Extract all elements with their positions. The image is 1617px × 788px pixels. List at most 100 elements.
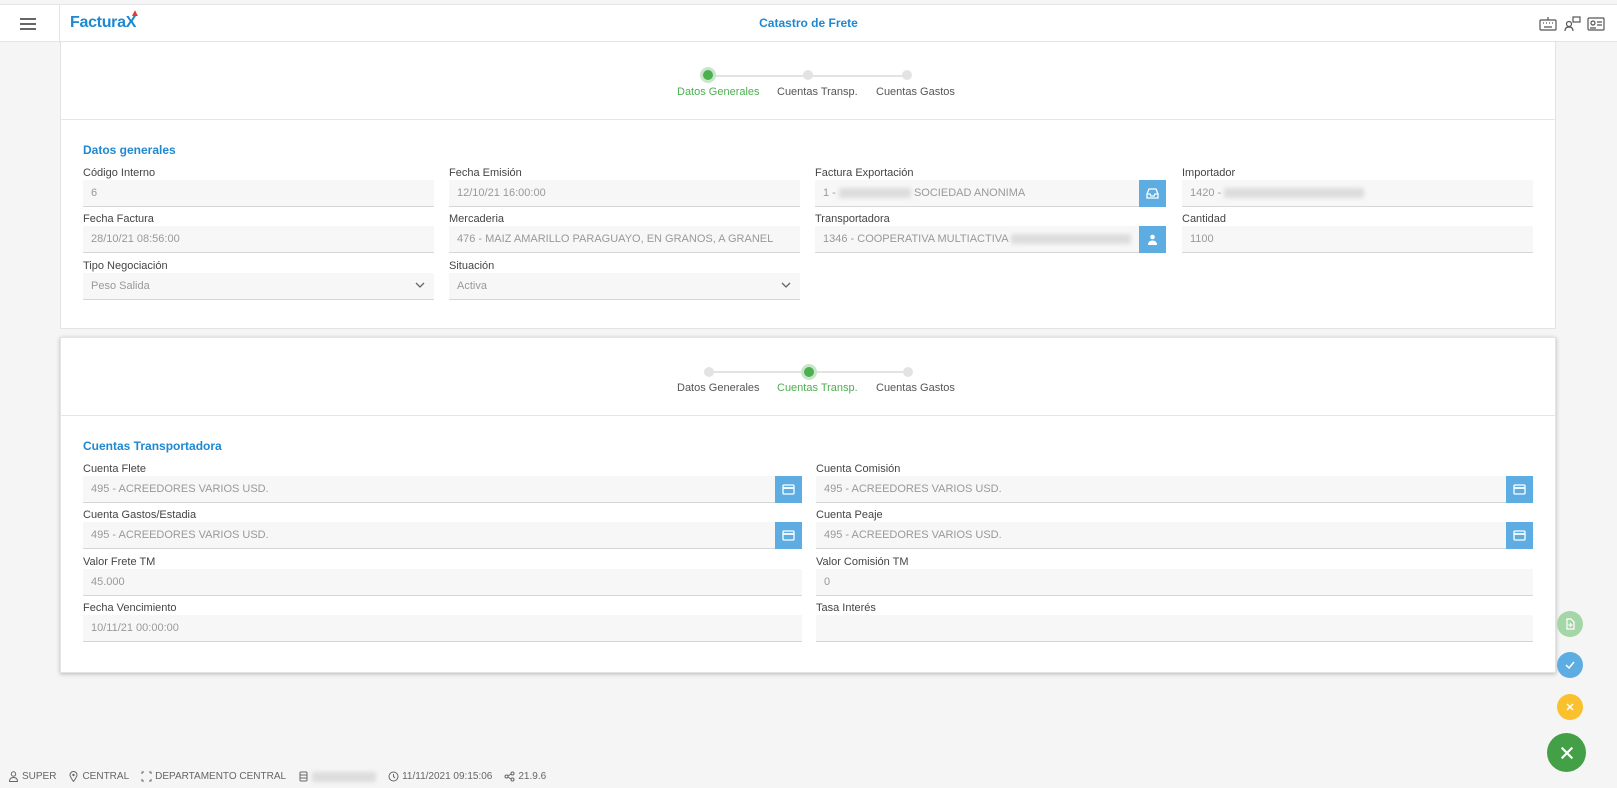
status-version: 21.9.6 xyxy=(504,771,546,782)
step-dot-cuentas-transp[interactable] xyxy=(801,364,817,380)
page-title: Catastro de Frete xyxy=(759,16,858,30)
step-cuentas-transp[interactable]: Cuentas Transp. xyxy=(777,86,858,98)
redacted-text xyxy=(838,188,911,199)
cuenta-flete-label: Cuenta Flete xyxy=(83,463,146,475)
check-icon xyxy=(1565,661,1575,670)
cancel-button[interactable] xyxy=(1557,694,1583,720)
step-datos-generales[interactable]: Datos Generales xyxy=(677,86,760,98)
cantidad-label: Cantidad xyxy=(1182,213,1227,225)
status-user: SUPER xyxy=(8,771,56,782)
situacion-value: Activa xyxy=(457,280,487,292)
tipo-negociacion-label: Tipo Negociación xyxy=(83,260,168,272)
step-dot-cuentas-gastos[interactable] xyxy=(902,70,912,80)
database-icon xyxy=(299,771,308,782)
cuenta-gastos-lookup-button[interactable] xyxy=(775,522,802,549)
stepper: Datos Generales Cuentas Transp. Cuentas … xyxy=(61,42,1555,120)
cantidad-field[interactable]: 1100 xyxy=(1182,226,1533,253)
factura-exportacion-field[interactable]: 1 - SOCIEDAD ANONIMA xyxy=(815,180,1139,207)
cuenta-peaje-field[interactable]: 495 - ACREEDORES VARIOS USD. xyxy=(816,522,1506,549)
tasa-interes-field[interactable] xyxy=(816,615,1533,642)
stepper: Datos Generales Cuentas Transp. Cuentas … xyxy=(61,338,1555,416)
fecha-emision-field[interactable]: 12/10/21 16:00:00 xyxy=(449,180,800,207)
section-title: Cuentas Transportadora xyxy=(83,439,222,453)
importador-label: Importador xyxy=(1182,167,1236,179)
importador-field[interactable]: 1420 - xyxy=(1182,180,1533,207)
share-nodes-icon xyxy=(504,771,515,782)
step-datos-generales[interactable]: Datos Generales xyxy=(677,382,760,394)
factura-lookup-button[interactable] xyxy=(1139,180,1166,207)
tipo-negociacion-select[interactable]: Peso Salida xyxy=(83,273,434,300)
step-dot-datos-generales[interactable] xyxy=(704,367,714,377)
status-location: CENTRAL xyxy=(68,771,129,782)
fecha-vencimiento-field[interactable]: 10/11/21 00:00:00 xyxy=(83,615,802,642)
fecha-emision-label: Fecha Emisión xyxy=(449,167,522,179)
status-database xyxy=(298,771,377,782)
cuenta-comision-label: Cuenta Comisión xyxy=(816,463,901,475)
user-name: SUPER xyxy=(22,771,57,782)
status-department: DEPARTAMENTO CENTRAL xyxy=(141,771,286,782)
credit-card-icon xyxy=(782,530,795,541)
cuenta-flete-lookup-button[interactable] xyxy=(775,476,802,503)
valor-comision-label: Valor Comisión TM xyxy=(816,556,909,568)
credit-card-icon xyxy=(1513,530,1526,541)
cuenta-gastos-label: Cuenta Gastos/Estadia xyxy=(83,509,197,521)
close-menu-button[interactable] xyxy=(1547,733,1586,772)
close-icon xyxy=(1566,703,1574,711)
cuenta-peaje-label: Cuenta Peaje xyxy=(816,509,883,521)
close-icon xyxy=(1560,746,1573,759)
status-bar: SUPER CENTRAL DEPARTAMENTO CENTRAL 11/11… xyxy=(8,771,546,782)
inbox-icon xyxy=(1146,188,1159,199)
fecha-factura-label: Fecha Factura xyxy=(83,213,154,225)
tipo-negociacion-value: Peso Salida xyxy=(91,280,150,292)
step-dot-cuentas-transp[interactable] xyxy=(803,70,813,80)
users-switch-icon[interactable] xyxy=(1563,16,1581,32)
situacion-select[interactable]: Activa xyxy=(449,273,800,300)
cuenta-comision-lookup-button[interactable] xyxy=(1506,476,1533,503)
step-cuentas-transp[interactable]: Cuentas Transp. xyxy=(777,382,858,394)
datetime-value: 11/11/2021 09:15:06 xyxy=(402,771,493,782)
fecha-vencimiento-label: Fecha Vencimiento xyxy=(83,602,177,614)
version-value: 21.9.6 xyxy=(518,771,547,782)
location-pin-icon xyxy=(69,771,78,782)
redacted-text xyxy=(1224,188,1365,199)
valor-comision-field[interactable]: 0 xyxy=(816,569,1533,596)
top-icons xyxy=(1539,16,1605,32)
cuenta-peaje-lookup-button[interactable] xyxy=(1506,522,1533,549)
fecha-factura-field[interactable]: 28/10/21 08:56:00 xyxy=(83,226,434,253)
step-dot-datos-generales[interactable] xyxy=(700,67,716,83)
keyboard-icon[interactable] xyxy=(1539,16,1557,32)
step-dot-cuentas-gastos[interactable] xyxy=(903,367,913,377)
status-datetime: 11/11/2021 09:15:06 xyxy=(388,771,492,782)
cuenta-comision-field[interactable]: 495 - ACREEDORES VARIOS USD. xyxy=(816,476,1506,503)
user-icon xyxy=(8,771,19,782)
factura-exportacion-suffix: SOCIEDAD ANONIMA xyxy=(913,187,1026,199)
transportadora-lookup-button[interactable] xyxy=(1139,226,1166,253)
cuentas-transportadora-card: Datos Generales Cuentas Transp. Cuentas … xyxy=(60,337,1556,673)
credit-card-icon xyxy=(782,484,795,495)
user-icon xyxy=(1148,234,1157,245)
new-document-button[interactable] xyxy=(1557,611,1583,637)
mercaderia-field[interactable]: 476 - MAIZ AMARILLO PARAGUAYO, EN GRANOS… xyxy=(449,226,800,253)
add-file-icon xyxy=(1566,618,1575,630)
step-cuentas-gastos[interactable]: Cuentas Gastos xyxy=(876,382,955,394)
factura-exportacion-prefix: 1 - xyxy=(823,187,836,199)
cuenta-gastos-field[interactable]: 495 - ACREEDORES VARIOS USD. xyxy=(83,522,775,549)
transportadora-field[interactable]: 1346 - COOPERATIVA MULTIACTIVA xyxy=(815,226,1139,253)
top-bar: FacturaX ▲ Catastro de Frete xyxy=(0,4,1617,43)
mercaderia-label: Mercaderia xyxy=(449,213,505,225)
section-title: Datos generales xyxy=(83,143,176,157)
valor-frete-field[interactable]: 45.000 xyxy=(83,569,802,596)
chevron-down-icon xyxy=(415,282,425,288)
step-cuentas-gastos[interactable]: Cuentas Gastos xyxy=(876,86,955,98)
factura-exportacion-label: Factura Exportación xyxy=(815,167,914,179)
situacion-label: Situación xyxy=(449,260,495,272)
codigo-interno-field[interactable]: 6 xyxy=(83,180,434,207)
save-button[interactable] xyxy=(1557,652,1583,678)
datos-generales-card: Datos Generales Cuentas Transp. Cuentas … xyxy=(60,41,1556,329)
id-card-icon[interactable] xyxy=(1587,16,1605,32)
codigo-interno-label: Código Interno xyxy=(83,167,156,179)
cuenta-flete-field[interactable]: 495 - ACREEDORES VARIOS USD. xyxy=(83,476,775,503)
credit-card-icon xyxy=(1513,484,1526,495)
tasa-interes-label: Tasa Interés xyxy=(816,602,876,614)
department-name: DEPARTAMENTO CENTRAL xyxy=(155,771,287,782)
